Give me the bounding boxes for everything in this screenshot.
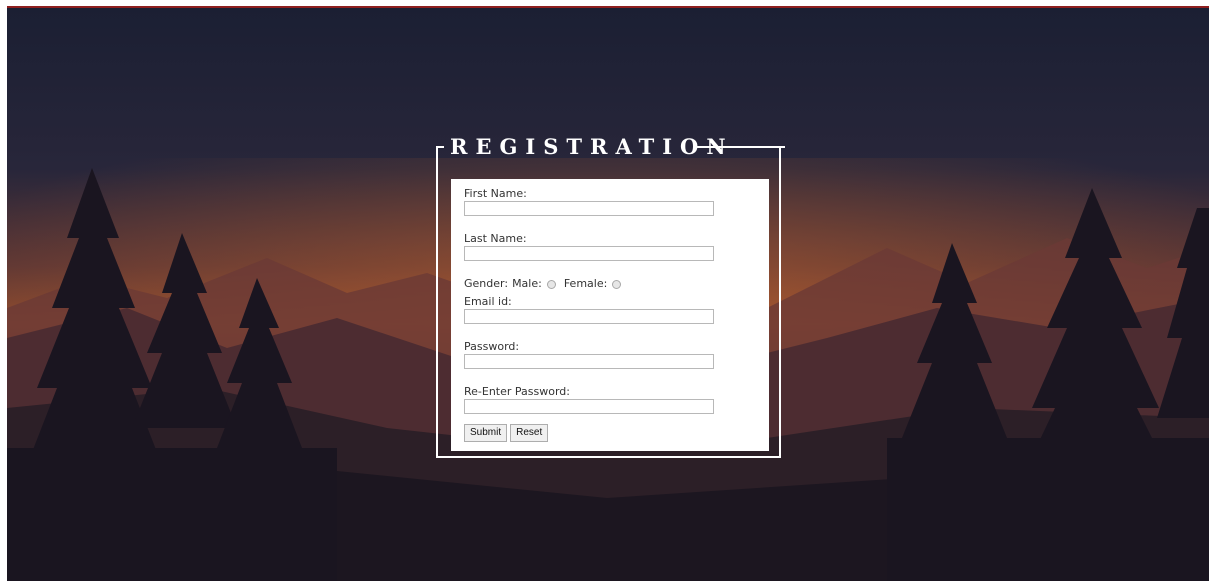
female-label: Female: (563, 277, 608, 290)
background-scene: REGISTRATION First Name: Last Name: Gend… (7, 6, 1209, 581)
password-label: Password: (464, 340, 520, 353)
reenter-password-label: Re-Enter Password: (464, 385, 570, 398)
submit-button[interactable]: Submit (464, 424, 508, 442)
registration-legend: REGISTRATION (450, 134, 734, 159)
email-label: Email id: (464, 295, 512, 308)
female-radio[interactable] (612, 279, 622, 289)
password-input[interactable] (464, 354, 714, 369)
fieldset-corner-tick (436, 146, 438, 154)
male-radio[interactable] (546, 279, 556, 289)
reset-button[interactable]: Reset (510, 424, 549, 442)
last-name-input[interactable] (464, 246, 714, 261)
reenter-password-input[interactable] (464, 399, 714, 414)
gender-row: Gender: Male: Female: (464, 277, 769, 291)
male-label: Male: (512, 277, 542, 290)
first-name-label: First Name: (464, 187, 527, 200)
email-input[interactable] (464, 309, 714, 324)
registration-form: First Name: Last Name: Gender: Male: Fem… (451, 179, 769, 451)
gender-label: Gender: (464, 277, 509, 290)
button-row: Submit Reset (464, 424, 769, 442)
last-name-label: Last Name: (464, 232, 527, 245)
first-name-input[interactable] (464, 201, 714, 216)
